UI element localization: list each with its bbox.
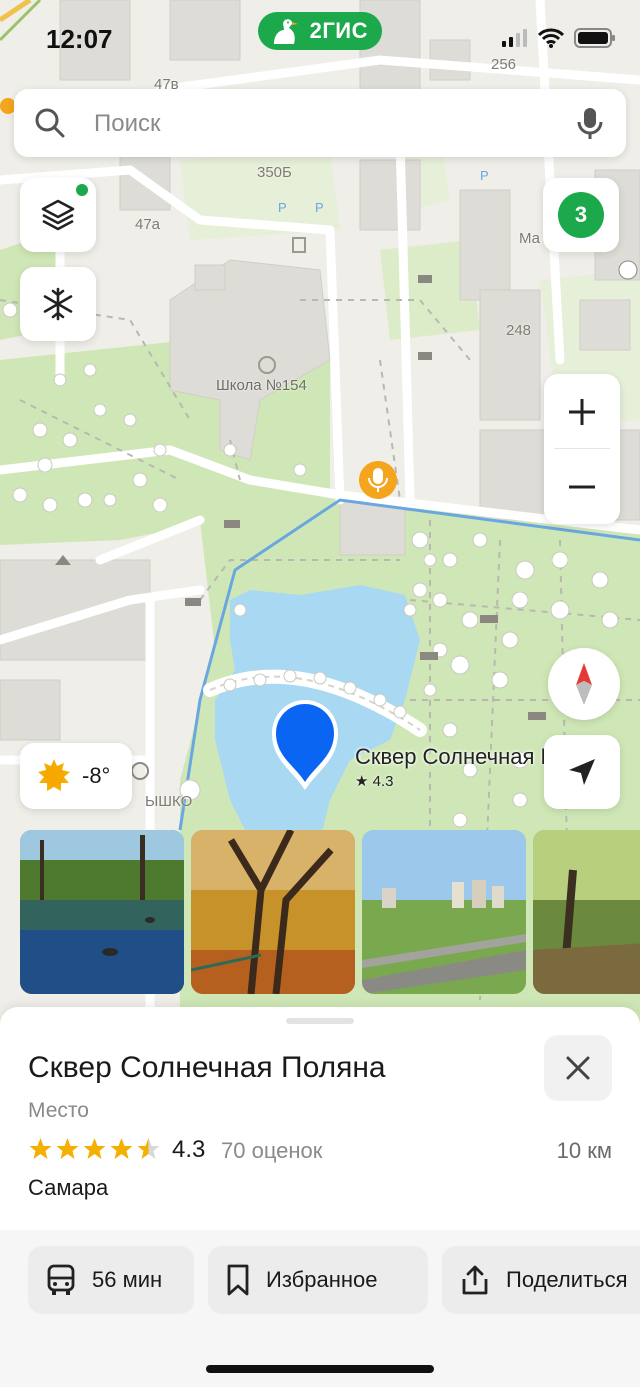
location-arrow-icon <box>569 759 595 785</box>
distance: 10 км <box>556 1138 612 1163</box>
traffic-score-button[interactable]: 3 <box>543 178 619 252</box>
star-icon <box>29 1138 52 1159</box>
goose-logo-icon <box>274 19 298 44</box>
photo-carousel[interactable] <box>20 830 640 994</box>
autumn-trees-photo-image <box>191 830 355 994</box>
traffic-score: 3 <box>558 192 604 238</box>
search-bar[interactable]: Поиск <box>14 89 626 157</box>
winter-mode-button[interactable] <box>20 267 96 341</box>
close-button[interactable] <box>544 1035 612 1101</box>
cellular-signal-icon <box>502 29 527 47</box>
map-label-248: 248 <box>506 322 532 339</box>
share-icon <box>462 1265 488 1295</box>
place-title: Сквер Солнечная Поляна <box>28 1051 386 1084</box>
weather-temperature: -8° <box>82 763 111 788</box>
wifi-icon <box>538 28 564 48</box>
sun-icon <box>38 759 70 791</box>
star-icon <box>56 1138 79 1159</box>
half-star-icon <box>137 1138 160 1159</box>
svg-text:P: P <box>278 200 287 215</box>
star-icon <box>83 1138 106 1159</box>
actions-bar: 56 мин Избранное Поделиться <box>0 1230 640 1387</box>
route-transit-button[interactable]: 56 мин <box>28 1246 194 1314</box>
my-location-button[interactable] <box>544 735 620 809</box>
share-label: Поделиться <box>506 1267 628 1292</box>
sheet-grabber[interactable] <box>286 1018 354 1024</box>
layers-indicator-dot <box>76 184 88 196</box>
place-category: Место <box>28 1099 89 1122</box>
status-icons <box>502 28 616 48</box>
snowflake-icon <box>43 287 73 321</box>
svg-text:P: P <box>315 200 324 215</box>
map-label-ma: Ма <box>519 230 541 247</box>
battery-icon <box>574 28 615 48</box>
map-label-350b: 350Б <box>257 164 292 181</box>
park-photo-image <box>533 830 640 994</box>
place-city: Самара <box>28 1175 109 1200</box>
zoom-in-button[interactable] <box>544 374 620 449</box>
photo-pond[interactable] <box>20 830 184 994</box>
map-label-yshko: ЫШКО <box>145 793 193 810</box>
weather-button[interactable]: -8° <box>20 743 132 809</box>
rating-value: 4.3 <box>172 1136 206 1163</box>
photo-autumn-trees[interactable] <box>191 830 355 994</box>
compass-icon <box>576 663 592 705</box>
layers-button[interactable] <box>20 178 96 252</box>
star-icon <box>110 1138 133 1159</box>
rating-stars <box>28 1137 161 1161</box>
status-bar: 12:07 2ГИС <box>0 0 640 80</box>
minus-icon <box>569 485 595 488</box>
poi-rating-label: ★ 4.3 <box>355 773 394 790</box>
search-input[interactable]: Поиск <box>94 110 161 138</box>
microphone-icon[interactable] <box>572 105 608 141</box>
layers-icon <box>41 199 75 231</box>
transit-time-label: 56 мин <box>92 1267 163 1292</box>
reviews-count[interactable]: 70 оценок <box>221 1138 322 1164</box>
bus-icon <box>47 1264 75 1295</box>
photo-park[interactable] <box>533 830 640 994</box>
brand-badge[interactable]: 2ГИС <box>258 12 382 50</box>
city-view-photo-image <box>362 830 526 994</box>
favorite-label: Избранное <box>266 1267 378 1292</box>
zoom-out-button[interactable] <box>544 449 620 524</box>
brand-name: 2ГИС <box>309 18 368 43</box>
favorite-button[interactable]: Избранное <box>208 1246 428 1314</box>
zoom-controls <box>544 374 620 524</box>
map-label-47a: 47а <box>135 216 161 233</box>
home-indicator[interactable] <box>206 1365 434 1373</box>
share-button[interactable]: Поделиться <box>442 1246 640 1314</box>
search-icon <box>35 108 65 138</box>
pond-photo-image <box>20 830 184 994</box>
status-time: 12:07 <box>46 24 113 54</box>
svg-text:P: P <box>480 168 489 183</box>
compass-button[interactable] <box>548 648 620 720</box>
rating-row[interactable]: 4.3 70 оценок 10 км <box>28 1135 612 1165</box>
photo-city-view[interactable] <box>362 830 526 994</box>
plus-icon <box>569 398 595 425</box>
bookmark-icon <box>227 1264 249 1296</box>
map-label-school[interactable]: Школа №154 <box>216 377 307 394</box>
close-icon <box>566 1056 590 1080</box>
